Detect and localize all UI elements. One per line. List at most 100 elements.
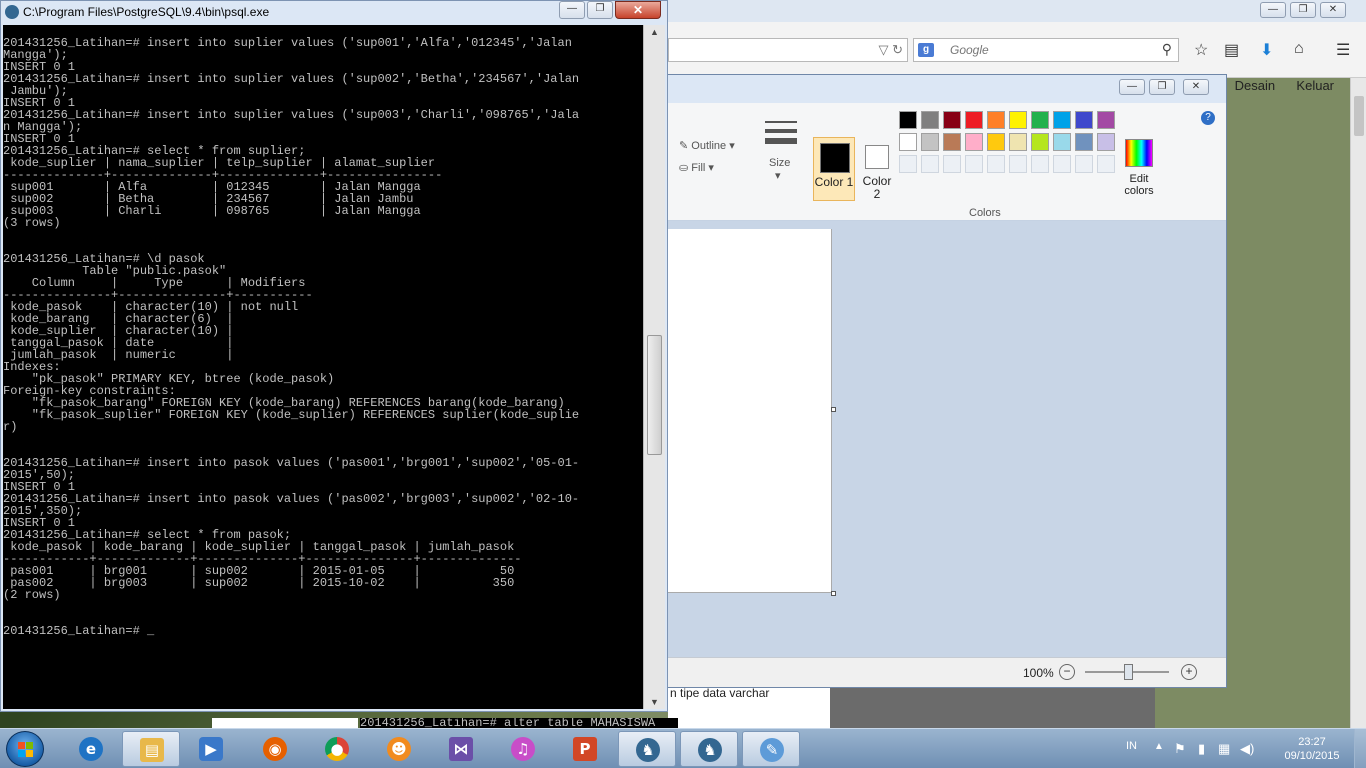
palette-swatch[interactable] bbox=[1031, 111, 1049, 129]
taskbar-chrome[interactable]: ● bbox=[308, 731, 366, 767]
search-icon[interactable]: ⚲ bbox=[1162, 41, 1172, 58]
palette-swatch[interactable] bbox=[921, 111, 939, 129]
taskbar-paint[interactable]: ✎ bbox=[742, 731, 800, 767]
orange-app-icon: ☻ bbox=[387, 737, 411, 761]
search-bar[interactable]: g Google ⚲ bbox=[913, 38, 1179, 62]
console-maximize-button[interactable]: ❐ bbox=[587, 1, 613, 19]
palette-swatch[interactable] bbox=[965, 133, 983, 151]
palette-swatch[interactable] bbox=[1075, 111, 1093, 129]
taskbar-powerpoint[interactable]: P bbox=[556, 731, 614, 767]
console-close-button[interactable]: ✕ bbox=[615, 1, 661, 19]
palette-empty-swatch[interactable] bbox=[1053, 155, 1071, 173]
browser-minimize-button[interactable]: — bbox=[1260, 2, 1286, 18]
paint-titlebar: — ❐ ✕ bbox=[611, 75, 1226, 101]
browser-titlebar: — ❐ ✕ bbox=[600, 0, 1366, 22]
show-desktop-button[interactable] bbox=[1354, 729, 1366, 768]
taskbar-postgresql-1[interactable]: ♞ bbox=[618, 731, 676, 767]
palette-swatch[interactable] bbox=[987, 133, 1005, 151]
palette-swatch[interactable] bbox=[1009, 111, 1027, 129]
palette-swatch[interactable] bbox=[899, 111, 917, 129]
paint-close-button[interactable]: ✕ bbox=[1183, 79, 1209, 95]
taskbar-file-explorer[interactable]: ▤ bbox=[122, 731, 180, 767]
palette-empty-swatch[interactable] bbox=[965, 155, 983, 173]
psql-console-window: C:\Program Files\PostgreSQL\9.4\bin\psql… bbox=[0, 0, 668, 712]
taskbar-visual-studio[interactable]: ⋈ bbox=[432, 731, 490, 767]
reading-list-icon[interactable]: ▤ bbox=[1224, 40, 1239, 60]
console-output[interactable]: 201431256_Latihan=# insert into suplier … bbox=[3, 25, 643, 709]
taskbar-itunes[interactable]: ♫ bbox=[494, 731, 552, 767]
google-icon[interactable]: g bbox=[918, 43, 934, 57]
palette-empty-swatch[interactable] bbox=[943, 155, 961, 173]
palette-swatch[interactable] bbox=[1053, 133, 1071, 151]
zoom-slider-thumb[interactable] bbox=[1124, 664, 1133, 680]
palette-empty-swatch[interactable] bbox=[921, 155, 939, 173]
palette-swatch[interactable] bbox=[1075, 133, 1093, 151]
browser-maximize-button[interactable]: ❐ bbox=[1290, 2, 1316, 18]
paint-canvas-area bbox=[611, 221, 1226, 657]
clock-date: 09/10/2015 bbox=[1284, 750, 1340, 762]
palette-swatch[interactable] bbox=[921, 133, 939, 151]
outline-button[interactable]: ✎ Outline ▾ bbox=[679, 139, 735, 152]
reload-icon[interactable]: ▽ ↻ bbox=[878, 42, 903, 58]
size-button[interactable]: Size ▾ bbox=[757, 113, 807, 193]
taskbar-internet-explorer[interactable]: e bbox=[62, 731, 120, 767]
menu-icon[interactable]: ☰ bbox=[1336, 40, 1350, 60]
nav-item-desain[interactable]: Desain bbox=[1235, 78, 1275, 93]
palette-swatch[interactable] bbox=[1097, 133, 1115, 151]
help-icon[interactable]: ? bbox=[1201, 111, 1215, 125]
taskbar-firefox[interactable]: ◉ bbox=[246, 731, 304, 767]
paint-ribbon: ? ✎ Outline ▾ ⛀ Fill ▾ Size ▾ Color 1 Co… bbox=[611, 103, 1226, 221]
taskbar-postgresql-2[interactable]: ♞ bbox=[680, 731, 738, 767]
color1-button[interactable]: Color 1 bbox=[813, 137, 855, 201]
zoom-out-button[interactable]: − bbox=[1059, 664, 1075, 680]
url-bar[interactable]: ▽ ↻ bbox=[668, 38, 908, 62]
battery-icon[interactable]: ▮ bbox=[1198, 741, 1205, 757]
chrome-icon: ● bbox=[325, 737, 349, 761]
fill-button[interactable]: ⛀ Fill ▾ bbox=[679, 161, 714, 174]
clock[interactable]: 23:27 09/10/2015 bbox=[1278, 735, 1346, 763]
start-button[interactable] bbox=[6, 731, 44, 767]
home-icon[interactable]: ⌂ bbox=[1294, 40, 1304, 58]
paint-maximize-button[interactable]: ❐ bbox=[1149, 79, 1175, 95]
console-minimize-button[interactable]: — bbox=[559, 1, 585, 19]
palette-swatch[interactable] bbox=[943, 133, 961, 151]
zoom-in-button[interactable]: + bbox=[1181, 664, 1197, 680]
language-indicator[interactable]: IN bbox=[1126, 740, 1137, 752]
scroll-up-icon[interactable]: ▲ bbox=[650, 27, 659, 37]
postgresql-icon bbox=[5, 5, 19, 19]
console-scroll-thumb[interactable] bbox=[647, 335, 662, 455]
download-icon[interactable]: ⬇ bbox=[1260, 40, 1273, 60]
palette-empty-swatch[interactable] bbox=[1009, 155, 1027, 173]
paint-minimize-button[interactable]: — bbox=[1119, 79, 1145, 95]
palette-empty-swatch[interactable] bbox=[987, 155, 1005, 173]
browser-close-button[interactable]: ✕ bbox=[1320, 2, 1346, 18]
palette-empty-swatch[interactable] bbox=[1031, 155, 1049, 173]
palette-swatch[interactable] bbox=[943, 111, 961, 129]
resize-handle-right[interactable] bbox=[831, 407, 836, 412]
palette-empty-swatch[interactable] bbox=[1075, 155, 1093, 173]
palette-swatch[interactable] bbox=[1053, 111, 1071, 129]
taskbar-app-orange[interactable]: ☻ bbox=[370, 731, 428, 767]
palette-swatch[interactable] bbox=[1097, 111, 1115, 129]
palette-empty-swatch[interactable] bbox=[1097, 155, 1115, 173]
network-icon[interactable]: ▦ bbox=[1218, 741, 1230, 757]
edit-colors-button[interactable]: Edit colors bbox=[1119, 137, 1159, 201]
scroll-down-icon[interactable]: ▼ bbox=[650, 697, 659, 707]
console-scrollbar[interactable]: ▲ ▼ bbox=[643, 25, 665, 709]
resize-handle-corner[interactable] bbox=[831, 591, 836, 596]
browser-scrollbar[interactable] bbox=[1350, 78, 1366, 728]
volume-icon[interactable]: ◀) bbox=[1240, 741, 1254, 757]
browser-scroll-thumb[interactable] bbox=[1354, 96, 1364, 136]
nav-item-keluar[interactable]: Keluar bbox=[1296, 78, 1334, 93]
taskbar-media-player[interactable]: ▶ bbox=[182, 731, 240, 767]
palette-swatch[interactable] bbox=[1009, 133, 1027, 151]
palette-swatch[interactable] bbox=[1031, 133, 1049, 151]
tray-expand-icon[interactable]: ▲ bbox=[1154, 741, 1164, 752]
palette-swatch[interactable] bbox=[987, 111, 1005, 129]
palette-empty-swatch[interactable] bbox=[899, 155, 917, 173]
palette-swatch[interactable] bbox=[965, 111, 983, 129]
palette-swatch[interactable] bbox=[899, 133, 917, 151]
color2-button[interactable]: Color 2 bbox=[859, 137, 895, 201]
action-center-flag-icon[interactable]: ⚑ bbox=[1174, 741, 1186, 757]
bookmark-star-icon[interactable]: ☆ bbox=[1194, 40, 1208, 60]
